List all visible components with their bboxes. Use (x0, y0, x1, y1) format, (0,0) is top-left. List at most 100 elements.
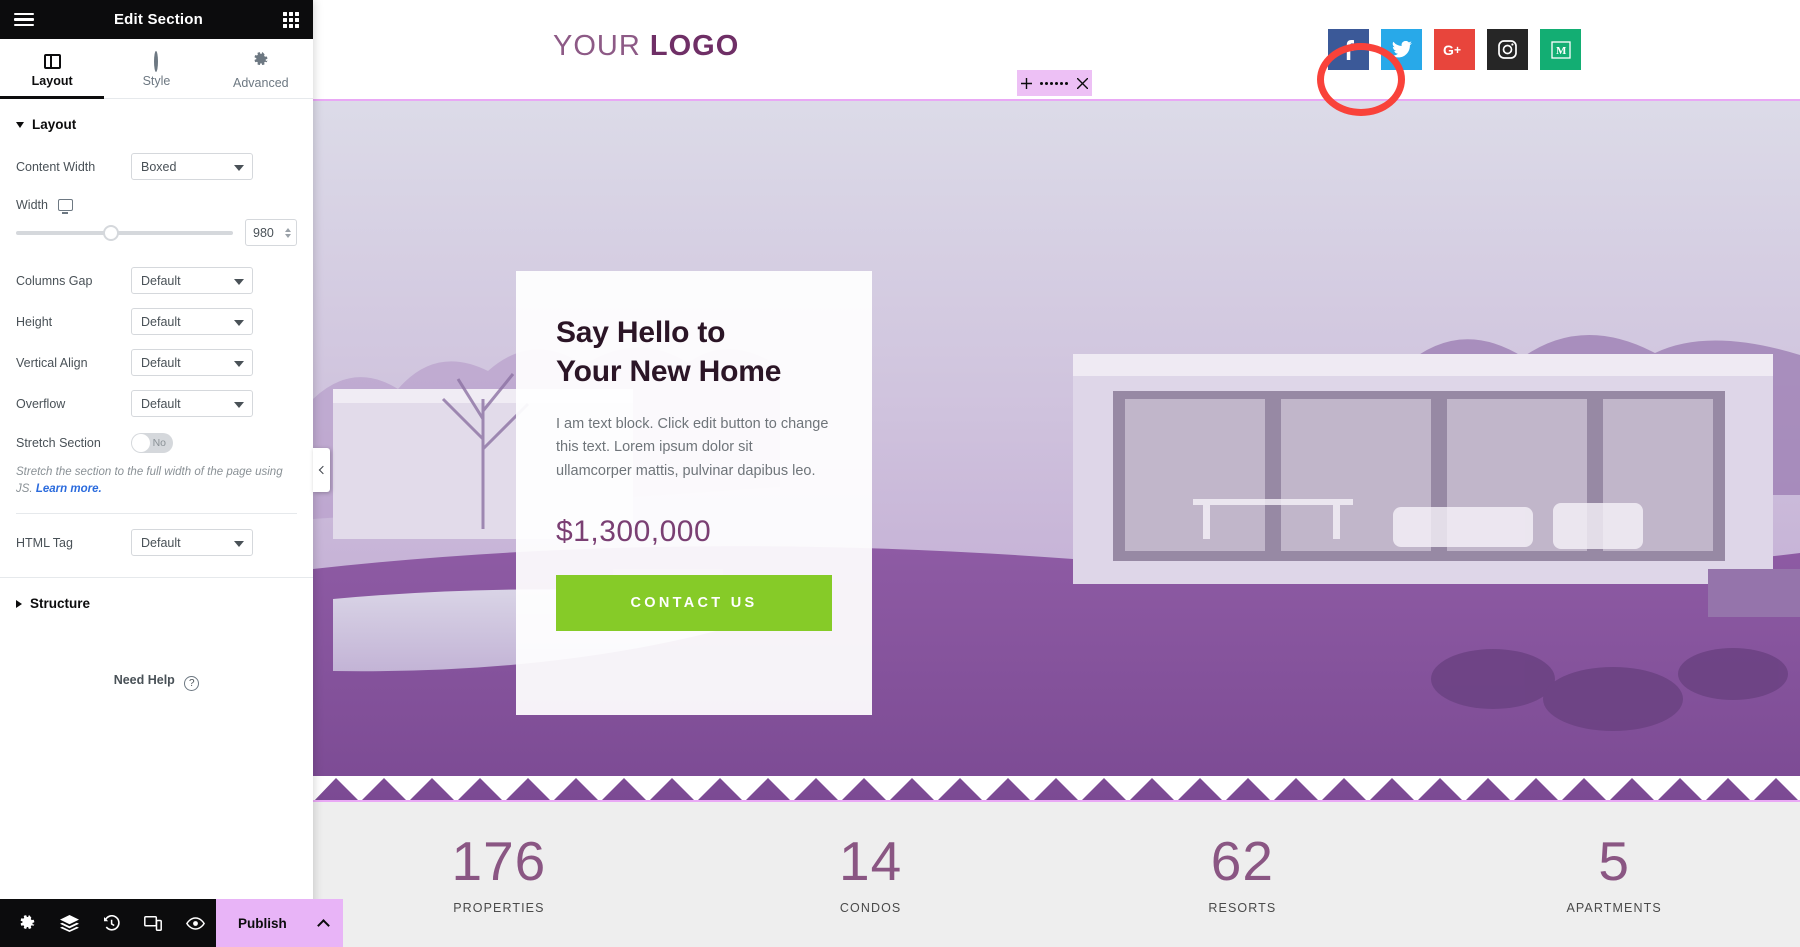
tab-advanced[interactable]: Advanced (209, 39, 313, 98)
responsive-mode-icon[interactable] (132, 899, 174, 947)
publish-button[interactable]: Publish (216, 916, 305, 931)
control-label: Content Width (16, 159, 96, 174)
vertical-align-select[interactable]: Default (131, 349, 253, 376)
control-label: Height (16, 314, 53, 329)
control-label: Stretch Section (16, 436, 101, 450)
stat-number: 5 (1598, 830, 1630, 892)
control-height: Height Default (0, 301, 313, 342)
svg-text:M: M (1556, 45, 1567, 57)
content-width-value: Boxed (141, 159, 177, 174)
structure-section-title: Structure (30, 596, 91, 612)
stat-caption: RESORTS (1208, 901, 1277, 915)
publish-options-button[interactable] (305, 899, 343, 947)
panel-title: Edit Section (113, 11, 204, 28)
stat-caption: APARTMENTS (1566, 901, 1662, 915)
twitter-icon[interactable] (1381, 29, 1422, 70)
html-tag-value: Default (141, 535, 181, 550)
stretch-section-hint: Stretch the section to the full width of… (0, 462, 313, 507)
control-label: Overflow (16, 396, 66, 411)
hero-content-card[interactable]: Say Hello to Your New Home I am text blo… (516, 271, 872, 715)
facebook-icon[interactable] (1328, 29, 1369, 70)
contact-us-button[interactable]: CONTACT US (556, 575, 832, 632)
structure-section-header[interactable]: Structure (0, 578, 313, 625)
publish-group: Publish (216, 899, 343, 947)
chevron-up-icon (317, 918, 331, 932)
layers-navigator-icon[interactable] (48, 899, 90, 947)
hamburger-icon[interactable] (14, 12, 34, 27)
section-highlight-border (313, 99, 1800, 101)
settings-gear-icon[interactable] (6, 899, 48, 947)
svg-text:G: G (1443, 42, 1454, 58)
number-stepper[interactable] (285, 227, 291, 238)
caret-right-icon (16, 599, 22, 608)
plus-icon[interactable] (1021, 77, 1033, 89)
control-label: HTML Tag (16, 535, 73, 550)
panel-body: Layout Content Width Boxed Width 980 Col… (0, 99, 313, 899)
hero-body-text: I am text block. Click edit button to ch… (556, 416, 829, 479)
width-number-input[interactable]: 980 (245, 219, 297, 246)
control-label: Vertical Align (16, 355, 88, 370)
need-help[interactable]: Need Help ? (0, 625, 313, 692)
control-overflow: Overflow Default (0, 383, 313, 424)
stat-item: 62 RESORTS (1057, 830, 1429, 916)
need-help-label: Need Help (113, 673, 175, 688)
tab-layout[interactable]: Layout (0, 39, 105, 99)
height-value: Default (141, 314, 181, 329)
overflow-value: Default (141, 396, 181, 411)
preview-eye-icon[interactable] (174, 899, 216, 947)
chevron-left-icon (318, 465, 327, 475)
grid-icon[interactable] (283, 11, 299, 28)
panel-collapse-handle[interactable] (313, 448, 330, 492)
layout-section-header[interactable]: Layout (0, 99, 313, 146)
google-plus-icon[interactable]: G + (1434, 29, 1475, 70)
control-label: Columns Gap (16, 273, 93, 288)
stat-number: 14 (839, 830, 903, 892)
tab-advanced-label: Advanced (233, 75, 289, 90)
desktop-icon[interactable] (57, 198, 73, 214)
stretch-section-value: No (152, 437, 166, 449)
control-columns-gap: Columns Gap Default (0, 260, 313, 301)
content-width-select[interactable]: Boxed (131, 153, 253, 180)
control-label: Width (16, 197, 48, 212)
panel-header: Edit Section (0, 0, 313, 39)
logo-text-first: YOUR (553, 30, 641, 62)
html-tag-select[interactable]: Default (131, 529, 253, 557)
overflow-select[interactable]: Default (131, 390, 253, 417)
hero-heading: Say Hello to Your New Home (556, 313, 832, 391)
width-slider-thumb[interactable] (103, 224, 120, 241)
medium-icon[interactable]: M (1540, 29, 1581, 70)
learn-more-link[interactable]: Learn more. (36, 483, 102, 495)
chevron-down-icon (234, 278, 244, 285)
chevron-down-icon (234, 360, 244, 367)
stat-number: 62 (1210, 830, 1274, 892)
layout-section-title: Layout (32, 117, 77, 132)
columns-gap-select[interactable]: Default (131, 267, 253, 294)
layout-icon (43, 53, 61, 69)
width-slider[interactable] (16, 224, 233, 241)
height-select[interactable]: Default (131, 308, 253, 335)
columns-gap-value: Default (141, 273, 181, 288)
history-icon[interactable] (90, 899, 132, 947)
close-icon[interactable] (1076, 77, 1088, 89)
logo-text-second: LOGO (649, 30, 740, 62)
stats-counters-section: 176 PROPERTIES 14 CONDOS 62 RESORTS 5 AP… (313, 802, 1800, 947)
instagram-icon[interactable] (1487, 29, 1528, 70)
stat-number: 176 (451, 830, 547, 892)
website-preview-canvas[interactable]: YOUR LOGO G + M Say Hello to Your New Ho… (313, 0, 1800, 947)
chevron-down-icon (234, 164, 244, 171)
hero-section[interactable]: Say Hello to Your New Home I am text blo… (313, 99, 1800, 802)
stretch-section-toggle[interactable]: No (131, 433, 173, 453)
drag-handle-icon[interactable] (1040, 81, 1069, 85)
social-icons-group: G + M (1328, 29, 1581, 70)
chevron-down-icon (234, 401, 244, 408)
section-toolbar[interactable] (1017, 70, 1092, 96)
control-width: Width (0, 187, 313, 215)
hero-heading-line2: Your New Home (556, 355, 782, 388)
site-logo[interactable]: YOUR LOGO (553, 30, 739, 63)
stat-item: 176 PROPERTIES (313, 830, 685, 916)
hero-price: $1,300,000 (556, 515, 712, 549)
question-icon[interactable]: ? (184, 676, 200, 692)
panel-tabs: Layout Style Advanced (0, 39, 313, 99)
toggle-knob (132, 434, 150, 452)
tab-style[interactable]: Style (104, 39, 208, 98)
